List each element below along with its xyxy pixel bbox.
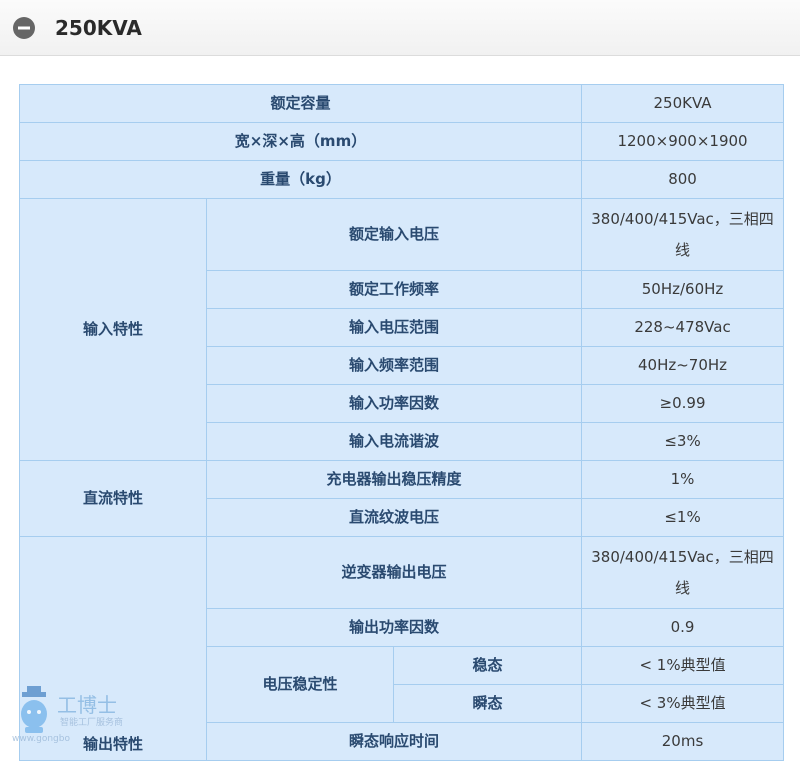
row-label: 输入电压范围 (205, 308, 583, 347)
table-row: 额定容量 250KVA (18, 84, 785, 123)
row-value: 800 (581, 160, 785, 199)
table-row: 重量（kg） 800 (18, 160, 785, 199)
group-label-dc: 直流特性 (19, 460, 207, 537)
row-sublabel: 稳态 (392, 646, 583, 685)
row-label: 宽×深×高（mm） (18, 122, 583, 161)
table-row: 输入特性 额定输入电压 380/400/415Vac，三相四线 (19, 198, 785, 461)
row-value: 20ms (581, 722, 785, 761)
row-value: 250KVA (581, 84, 785, 123)
table-row: 宽×深×高（mm） 1200×900×1900 (18, 122, 785, 161)
section-header[interactable]: 250KVA (0, 0, 800, 56)
row-value: 50Hz/60Hz (581, 270, 785, 309)
row-value: 40Hz~70Hz (581, 346, 785, 385)
row-value: < 1%典型值 (581, 646, 785, 685)
row-label: 电压稳定性 (206, 646, 394, 723)
row-label: 重量（kg） (18, 160, 583, 199)
group-label-input: 输入特性 (19, 198, 207, 461)
row-label: 逆变器输出电压 (205, 536, 583, 609)
row-sublabel: 瞬态 (392, 684, 583, 723)
row-value: 1% (581, 460, 785, 499)
row-label: 直流纹波电压 (205, 498, 583, 537)
watermark-slogan: 智能工厂服务商 (60, 716, 123, 728)
row-value: 228~478Vac (581, 308, 785, 347)
row-value: ≤1% (581, 498, 785, 537)
watermark-logo: 工博士 智能工厂服务商 www.gongbo (12, 686, 123, 744)
row-value: ≤3% (581, 422, 785, 461)
row-label: 充电器输出稳压精度 (205, 460, 583, 499)
row-value: < 3%典型值 (581, 684, 785, 723)
row-label: 输入电流谐波 (205, 422, 583, 461)
row-label: 额定工作频率 (205, 270, 583, 309)
section-title: 250KVA (55, 16, 142, 40)
row-label: 额定容量 (18, 84, 583, 123)
row-label: 输入功率因数 (205, 384, 583, 423)
row-label: 瞬态响应时间 (205, 722, 583, 761)
watermark-url: www.gongbo (12, 734, 70, 744)
row-value: 0.9 (581, 608, 785, 647)
row-value: 380/400/415Vac，三相四线 (581, 198, 785, 271)
row-label: 输出功率因数 (205, 608, 583, 647)
row-value: ≥0.99 (581, 384, 785, 423)
row-label: 输入频率范围 (205, 346, 583, 385)
spec-table: 额定容量 250KVA 宽×深×高（mm） 1200×900×1900 重量（k… (18, 84, 785, 761)
watermark-brand: 工博士 (57, 693, 117, 717)
table-row: 输出特性 逆变器输出电压 380/400/415Vac，三相四线 (19, 536, 785, 761)
row-label: 额定输入电压 (205, 198, 583, 271)
row-value: 380/400/415Vac，三相四线 (581, 536, 785, 609)
minus-circle-icon[interactable] (13, 17, 35, 39)
row-value: 1200×900×1900 (581, 122, 785, 161)
table-row: 直流特性 充电器输出稳压精度 1% (19, 460, 785, 537)
